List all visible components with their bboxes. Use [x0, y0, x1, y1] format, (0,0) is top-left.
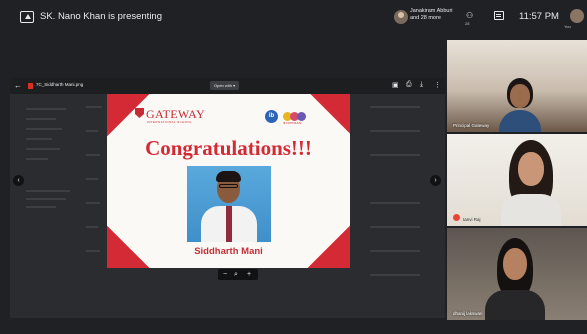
participant-body — [499, 110, 541, 132]
muted-mic-icon — [453, 214, 460, 221]
student-glasses — [219, 184, 238, 188]
participant-tile[interactable]: Principal Gateway — [447, 40, 587, 132]
ib-logo-text: ib — [268, 113, 275, 119]
bg-row — [370, 226, 420, 228]
corner-decoration — [107, 94, 150, 137]
participant-face — [503, 248, 527, 280]
host-info[interactable]: Janakiram Abburi and 28 more — [410, 8, 458, 22]
school-crest-icon — [135, 108, 144, 118]
congratulations-heading: Congratulations!!! — [145, 136, 312, 160]
bg-row — [26, 138, 52, 140]
participant-name: tanvi Raj — [463, 217, 481, 222]
host-name: Janakiram Abburi — [410, 8, 453, 14]
student-photo — [187, 166, 271, 242]
comment-icon[interactable]: ▣ — [392, 81, 399, 89]
download-icon[interactable]: ⤓ — [420, 81, 423, 89]
bg-row — [86, 154, 100, 156]
bg-row — [26, 108, 66, 110]
file-name: 7C_Siddharth Mani.png — [36, 82, 84, 87]
bg-row — [26, 118, 56, 120]
host-avatar[interactable] — [394, 10, 408, 24]
participant-name: dhanij lakswari — [453, 311, 483, 316]
clock: 11:57 PM — [519, 11, 559, 22]
bg-row — [370, 274, 420, 276]
bg-row — [370, 130, 420, 132]
next-image-icon[interactable]: › — [430, 175, 441, 186]
open-with-button[interactable]: Open with ▾ — [210, 81, 240, 90]
participant-tile[interactable]: dhanij lakswari — [447, 228, 587, 320]
back-arrow-icon[interactable]: ← — [14, 81, 22, 90]
bg-row — [86, 226, 98, 228]
bg-row — [370, 202, 420, 204]
ib-continuum-logo — [283, 112, 313, 121]
image-file-icon — [28, 83, 33, 89]
student-hair — [216, 171, 241, 182]
participant-tile[interactable]: tanvi Raj — [447, 134, 587, 226]
bg-row — [370, 106, 420, 108]
host-more: and 28 more — [410, 15, 441, 21]
school-logo-subtext: INTERNATIONAL SCHOOL — [147, 120, 193, 124]
presenting-label: SK. Nano Khan is presenting — [40, 11, 162, 22]
certificate-image: GATEWAY INTERNATIONAL SCHOOL ib IB CONTI… — [107, 94, 350, 268]
bg-row — [86, 202, 100, 204]
student-name: Siddharth Mani — [194, 246, 263, 257]
participant-body — [501, 194, 561, 226]
bg-row — [26, 206, 56, 208]
bg-row — [86, 178, 98, 180]
continuum-caption: IB CONTINUUM — [283, 122, 302, 125]
zoom-search-icon[interactable]: ⌕ — [234, 269, 238, 280]
print-icon[interactable]: ⎙ — [406, 81, 412, 89]
top-bar: SK. Nano Khan is presenting Janakiram Ab… — [0, 0, 587, 36]
self-label: You — [564, 24, 571, 29]
participant-face — [510, 84, 530, 108]
previous-image-icon[interactable]: ‹ — [13, 175, 24, 186]
presenting-icon — [20, 11, 34, 23]
corner-decoration — [310, 94, 350, 134]
meet-window: SK. Nano Khan is presenting Janakiram Ab… — [0, 0, 587, 334]
bg-row — [26, 128, 62, 130]
bg-row — [86, 130, 98, 132]
participant-face — [518, 152, 544, 186]
participant-body — [485, 290, 545, 320]
people-count: 28 — [465, 21, 470, 26]
continuum-dot — [297, 112, 306, 121]
zoom-controls: − ⌕ + — [218, 269, 258, 280]
bg-row — [370, 154, 420, 156]
zoom-out-button[interactable]: − — [223, 269, 227, 280]
more-vert-icon[interactable]: ⋮ — [434, 81, 441, 89]
bg-row — [26, 148, 60, 150]
bg-row — [86, 250, 100, 252]
bg-row — [26, 158, 48, 160]
student-tie — [226, 206, 232, 242]
zoom-in-button[interactable]: + — [247, 269, 251, 280]
bg-row — [86, 106, 102, 108]
people-icon[interactable]: ⚇ — [466, 11, 473, 20]
ib-logo: ib — [265, 110, 278, 123]
viewer-toolbar: ← 7C_Siddharth Mani.png Open with ▾ ▣ ⎙ … — [10, 78, 445, 94]
bg-row — [26, 198, 66, 200]
bg-row — [370, 250, 420, 252]
shared-screen: ← 7C_Siddharth Mani.png Open with ▾ ▣ ⎙ … — [10, 78, 445, 318]
open-with-label: Open with — [214, 83, 233, 88]
participant-name: Principal Gateway — [453, 123, 490, 128]
bg-row — [26, 190, 70, 192]
chat-icon[interactable] — [494, 11, 504, 20]
self-avatar[interactable] — [570, 9, 584, 23]
